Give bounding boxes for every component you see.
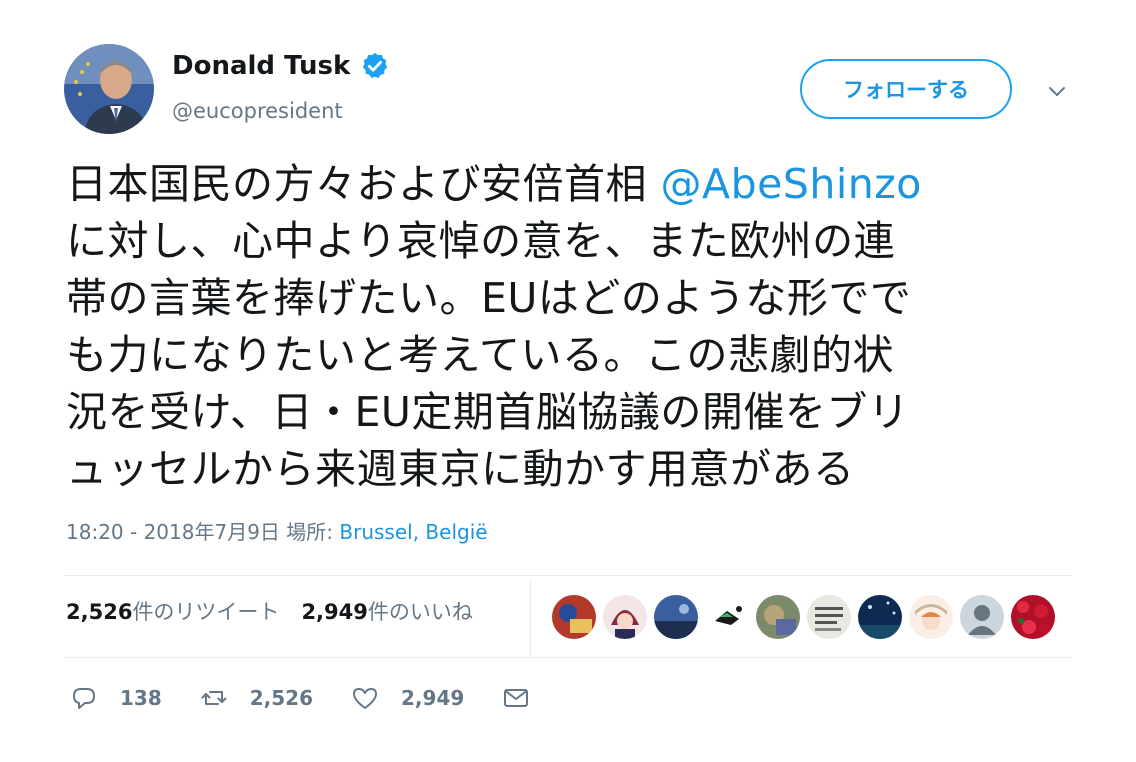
liker-avatar[interactable]: [960, 595, 1004, 639]
liker-avatar[interactable]: [807, 595, 851, 639]
place-link[interactable]: Brussel, België: [339, 520, 487, 544]
liker-avatar[interactable]: [603, 595, 647, 639]
divider: [64, 575, 1072, 576]
like-button[interactable]: 2,949: [351, 684, 464, 712]
envelope-icon: [504, 689, 529, 707]
like-stat-count: 2,949: [301, 600, 368, 624]
divider: [64, 657, 1072, 658]
author-avatar[interactable]: [64, 44, 154, 134]
author-name[interactable]: Donald Tusk: [172, 48, 350, 84]
heart-icon: [353, 688, 378, 709]
tweet-text-line: に対し、心中より哀悼の意を、また欧州の連: [66, 217, 896, 265]
liker-avatars: [552, 595, 1062, 639]
tweet-text-line: 帯の言葉を捧げたい。EUはどのような形でで: [66, 274, 912, 322]
reply-count: 138: [120, 686, 162, 710]
retweet-stat-label: 件のリツイート: [132, 600, 280, 624]
author-handle[interactable]: @eucopresident: [172, 96, 343, 126]
chevron-down-icon[interactable]: [1046, 80, 1068, 102]
tweet-text-line: ュッセルから来週東京に動かす用意がある: [66, 445, 855, 493]
liker-avatar[interactable]: [1011, 595, 1055, 639]
tweet-text-line: 日本国民の方々および安倍首相: [66, 160, 661, 208]
tweet-text: 日本国民の方々および安倍首相 @AbeShinzo に対し、心中より哀悼の意を、…: [66, 156, 1066, 498]
liker-avatar[interactable]: [654, 595, 698, 639]
tweet-stats: 2,526件のリツイート 2,949件のいいね: [66, 596, 495, 626]
like-stat-label: 件のいいね: [367, 600, 473, 624]
direct-message-button[interactable]: [502, 684, 530, 712]
retweet-icon: [201, 691, 227, 705]
tweet-actions: 138 2,526 2,949: [70, 684, 568, 712]
retweet-button[interactable]: 2,526: [200, 684, 313, 712]
liker-avatar[interactable]: [705, 595, 749, 639]
stats-separator: [530, 580, 531, 656]
retweet-stat-count: 2,526: [66, 600, 133, 624]
reply-button[interactable]: 138: [70, 684, 162, 712]
tweet-card: Donald Tusk @eucopresident フォローする 日本国民の方…: [0, 0, 1136, 762]
mention-link[interactable]: @AbeShinzo: [661, 160, 922, 208]
verified-badge-icon: [363, 52, 388, 78]
retweet-count: 2,526: [249, 686, 314, 710]
tweet-text-line: 況を受け、日・EU定期首脳協議の開催をブリ: [66, 388, 910, 436]
liker-avatar[interactable]: [909, 595, 953, 639]
like-count: 2,949: [401, 686, 465, 710]
liker-avatar[interactable]: [756, 595, 800, 639]
tweet-timestamp[interactable]: 18:20 - 2018年7月9日: [66, 520, 280, 544]
like-stat[interactable]: 2,949件のいいね: [301, 596, 472, 626]
author-name-row: Donald Tusk: [172, 48, 390, 84]
tweet-meta: 18:20 - 2018年7月9日 場所: Brussel, België: [66, 518, 488, 546]
tweet-text-line: も力になりたいと考えている。この悲劇的状: [66, 331, 894, 379]
liker-avatar[interactable]: [552, 595, 596, 639]
liker-avatar[interactable]: [858, 595, 902, 639]
retweet-stat[interactable]: 2,526件のリツイート: [66, 596, 279, 626]
reply-icon: [73, 688, 95, 709]
follow-button[interactable]: フォローする: [800, 59, 1012, 119]
place-label: 場所:: [286, 520, 340, 544]
